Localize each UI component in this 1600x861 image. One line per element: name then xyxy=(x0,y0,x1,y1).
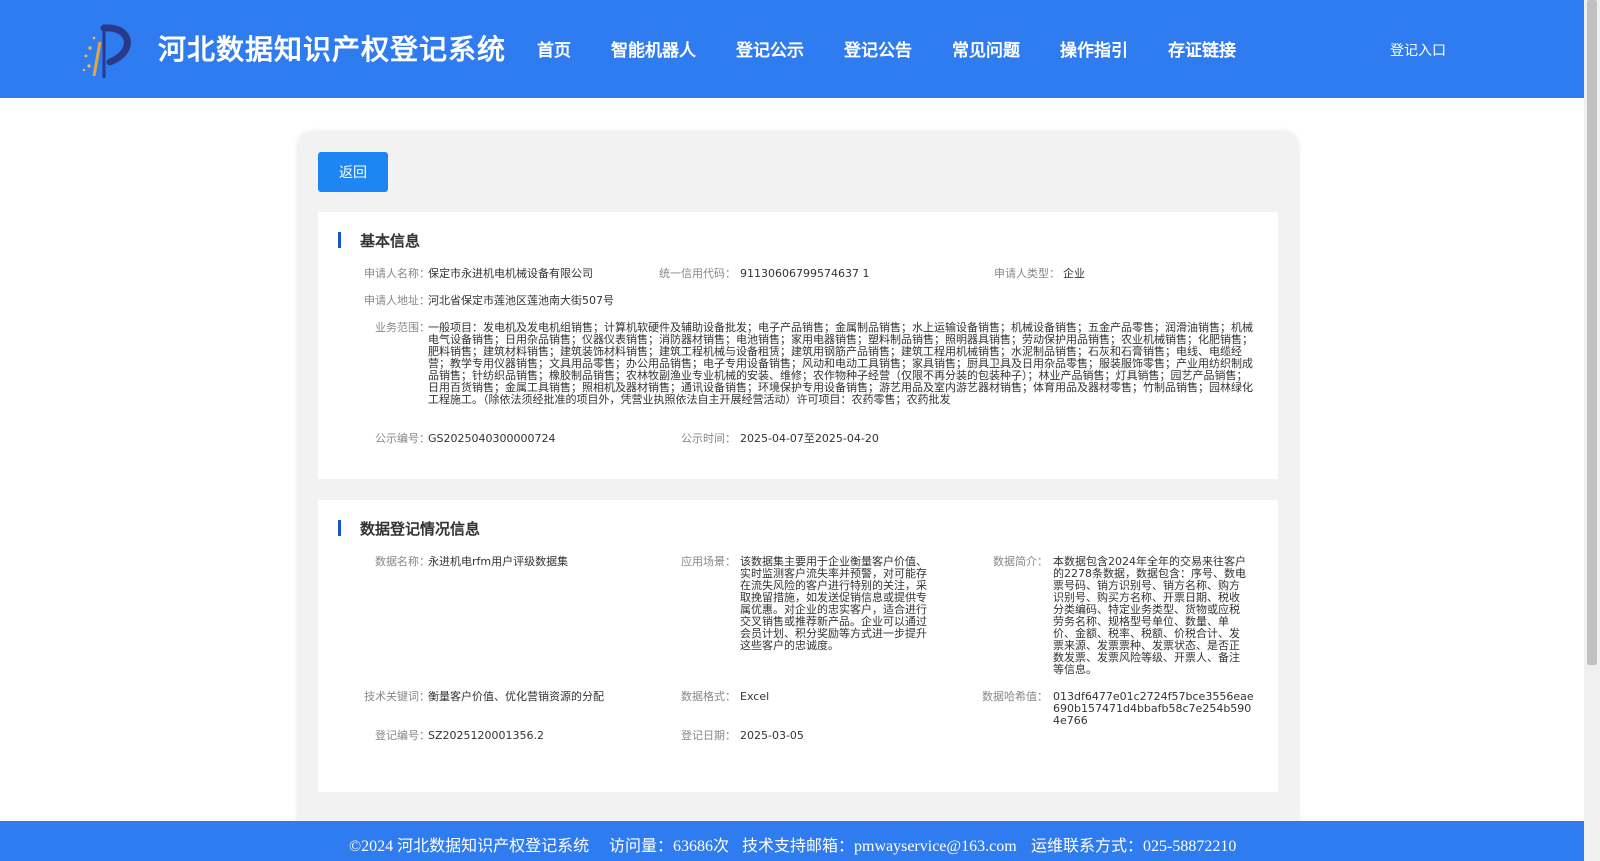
applicant-name-label: 申请人名称： xyxy=(364,267,430,280)
back-button[interactable]: 返回 xyxy=(318,152,388,192)
applicant-type-value: 企业 xyxy=(1063,267,1085,280)
basic-info-card: 基本信息 申请人名称： 保定市永进机电机械设备有限公司 统一信用代码： 9113… xyxy=(318,212,1278,479)
nav-evidence-link[interactable]: 存证链接 xyxy=(1168,36,1236,61)
business-scope-label: 业务范围： xyxy=(375,321,430,334)
footer-visits: 访问量：63686次 xyxy=(609,838,730,855)
business-scope-value: 一般项目：发电机及发电机组销售；计算机软硬件及辅助设备批发；电子产品销售；金属制… xyxy=(428,321,1253,406)
notice-no-label: 公示编号： xyxy=(375,432,430,445)
scrollbar-thumb[interactable] xyxy=(1587,0,1597,665)
keywords-value: 衡量客户价值、优化营销资源的分配 xyxy=(428,690,604,703)
scenario-value: 该数据集主要用于企业衡量客户价值、实时监测客户流失率并预警，对可能存在流失风险的… xyxy=(740,555,927,652)
nav-faq[interactable]: 常见问题 xyxy=(952,36,1020,61)
reg-date-value: 2025-03-05 xyxy=(740,729,804,742)
nav-home[interactable]: 首页 xyxy=(537,36,571,61)
site-footer: ©2024 河北数据知识产权登记系统 访问量：63686次 技术支持邮箱：pmw… xyxy=(0,821,1584,861)
nav-robot[interactable]: 智能机器人 xyxy=(611,36,696,61)
section-accent-bar xyxy=(338,232,341,248)
keywords-label: 技术关键词： xyxy=(364,690,430,703)
section-accent-bar xyxy=(338,520,341,536)
data-name-value: 永进机电rfm用户评级数据集 xyxy=(428,555,569,568)
notice-time-value: 2025-04-07至2025-04-20 xyxy=(740,432,879,445)
reg-no-label: 登记编号： xyxy=(375,729,430,742)
footer-email[interactable]: 技术支持邮箱：pmwayservice@163.com xyxy=(742,832,1017,856)
basic-info-title: 基本信息 xyxy=(360,232,421,250)
applicant-type-label: 申请人类型： xyxy=(994,267,1060,280)
credit-code-value: 91130606799574637 1 xyxy=(740,267,870,280)
nav-registration-notice[interactable]: 登记公告 xyxy=(844,36,912,61)
data-name-label: 数据名称： xyxy=(375,555,430,568)
site-logo-icon[interactable] xyxy=(80,22,136,80)
format-value: Excel xyxy=(740,690,770,703)
summary-value: 本数据包含2024年全年的交易来往客户的2278条数据，数据包含：序号、数电票号… xyxy=(1053,555,1246,676)
footer-copyright: ©2024 河北数据知识产权登记系统 xyxy=(349,838,590,855)
nav-registration-public[interactable]: 登记公示 xyxy=(736,36,804,61)
format-label: 数据格式： xyxy=(681,690,736,703)
footer-phone: 运维联系方式：025-58872210 xyxy=(1031,838,1237,855)
registration-info-title: 数据登记情况信息 xyxy=(360,520,481,538)
applicant-name-value: 保定市永进机电机械设备有限公司 xyxy=(428,267,593,280)
site-title[interactable]: 河北数据知识产权登记系统 xyxy=(158,28,506,68)
login-link[interactable]: 登记入口 xyxy=(1390,40,1446,60)
summary-label: 数据简介： xyxy=(993,555,1048,568)
notice-no-value: GS2025040300000724 xyxy=(428,432,556,445)
address-value: 河北省保定市莲池区莲池南大街507号 xyxy=(428,294,614,307)
address-label: 申请人地址： xyxy=(364,294,430,307)
top-header: 河北数据知识产权登记系统 首页 智能机器人 登记公示 登记公告 常见问题 操作指… xyxy=(0,0,1584,98)
main-nav: 首页 智能机器人 登记公示 登记公告 常见问题 操作指引 存证链接 xyxy=(537,36,1276,61)
hash-value: 013df6477e01c2724f57bce3556eae690b157471… xyxy=(1053,690,1254,727)
hash-label: 数据哈希值： xyxy=(982,690,1048,703)
scenario-label: 应用场景： xyxy=(681,555,736,568)
reg-no-value: SZ2025120001356.2 xyxy=(428,729,544,742)
nav-guide[interactable]: 操作指引 xyxy=(1060,36,1128,61)
credit-code-label: 统一信用代码： xyxy=(659,267,736,280)
notice-time-label: 公示时间： xyxy=(681,432,736,445)
reg-date-label: 登记日期： xyxy=(681,729,736,742)
registration-info-card: 数据登记情况信息 数据名称： 永进机电rfm用户评级数据集 应用场景： 该数据集… xyxy=(318,500,1278,792)
